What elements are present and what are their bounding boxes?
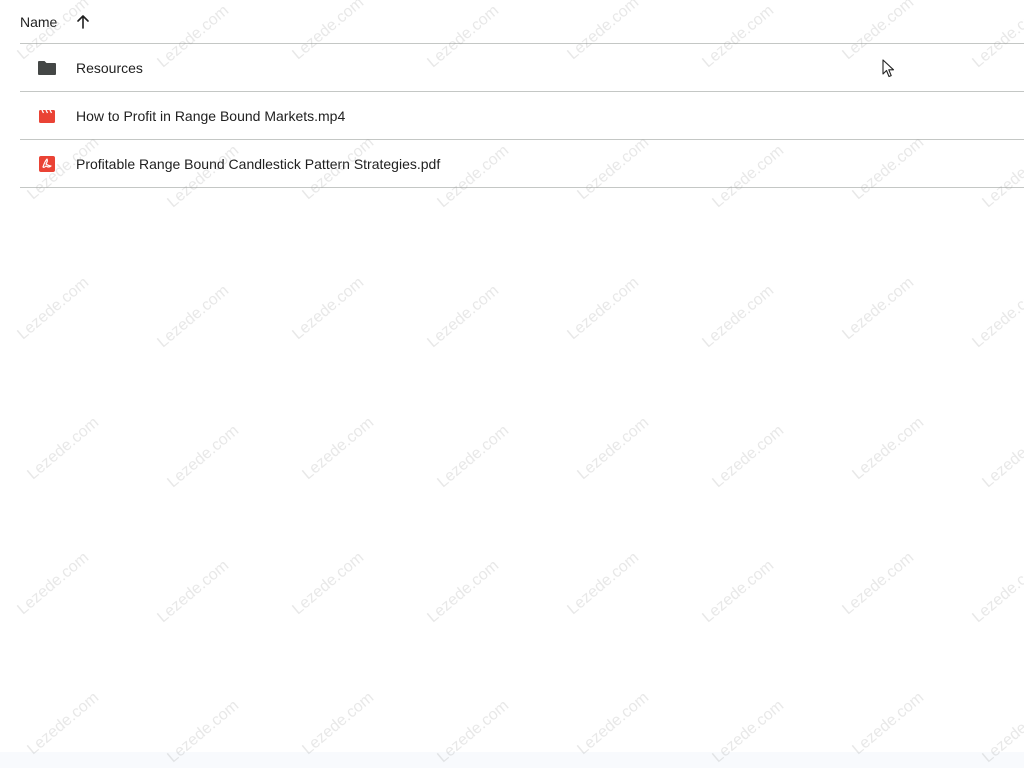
watermark-text: Lezede.com (24, 689, 103, 759)
watermark-text: Lezede.com (699, 282, 778, 352)
watermark-text: Lezede.com (849, 689, 928, 759)
watermark-text: Lezede.com (154, 282, 233, 352)
pdf-icon (37, 154, 57, 174)
watermark-text: Lezede.com (839, 549, 918, 619)
watermark-text: Lezede.com (299, 689, 378, 759)
watermark-text: Lezede.com (574, 689, 653, 759)
arrow-up-icon[interactable] (71, 10, 95, 34)
watermark-text: Lezede.com (424, 557, 503, 627)
video-icon (37, 106, 57, 126)
file-name: Resources (76, 59, 143, 76)
watermark-text: Lezede.com (154, 557, 233, 627)
file-name: How to Profit in Range Bound Markets.mp4 (76, 107, 346, 124)
watermark-text: Lezede.com (839, 274, 918, 344)
watermark-text: Lezede.com (574, 414, 653, 484)
watermark-text: Lezede.com (699, 557, 778, 627)
watermark-text: Lezede.com (709, 422, 788, 492)
name-column-header[interactable]: Name (20, 14, 57, 30)
watermark-text: Lezede.com (424, 282, 503, 352)
watermark-text: Lezede.com (564, 274, 643, 344)
file-row-resources[interactable]: Resources (20, 44, 1024, 92)
file-row-video[interactable]: How to Profit in Range Bound Markets.mp4 (20, 92, 1024, 140)
watermark-text: Lezede.com (969, 557, 1024, 627)
watermark-text: Lezede.com (849, 414, 928, 484)
list-header: Name (20, 0, 1024, 44)
watermark-text: Lezede.com (564, 549, 643, 619)
watermark-text: Lezede.com (289, 274, 368, 344)
watermark-text: Lezede.com (979, 422, 1024, 492)
watermark-text: Lezede.com (14, 274, 93, 344)
watermark-text: Lezede.com (299, 414, 378, 484)
watermark-text: Lezede.com (24, 414, 103, 484)
watermark-text: Lezede.com (289, 549, 368, 619)
watermark-text: Lezede.com (14, 549, 93, 619)
file-row-pdf[interactable]: Profitable Range Bound Candlestick Patte… (20, 140, 1024, 188)
mouse-cursor-icon (882, 59, 895, 78)
file-name: Profitable Range Bound Candlestick Patte… (76, 155, 441, 172)
file-list: Name Resources How to Profit in Range Bo… (20, 0, 1024, 188)
watermark-text: Lezede.com (434, 422, 513, 492)
bottom-strip (0, 752, 1024, 768)
watermark-text: Lezede.com (969, 282, 1024, 352)
folder-icon (37, 58, 57, 78)
watermark-text: Lezede.com (164, 422, 243, 492)
